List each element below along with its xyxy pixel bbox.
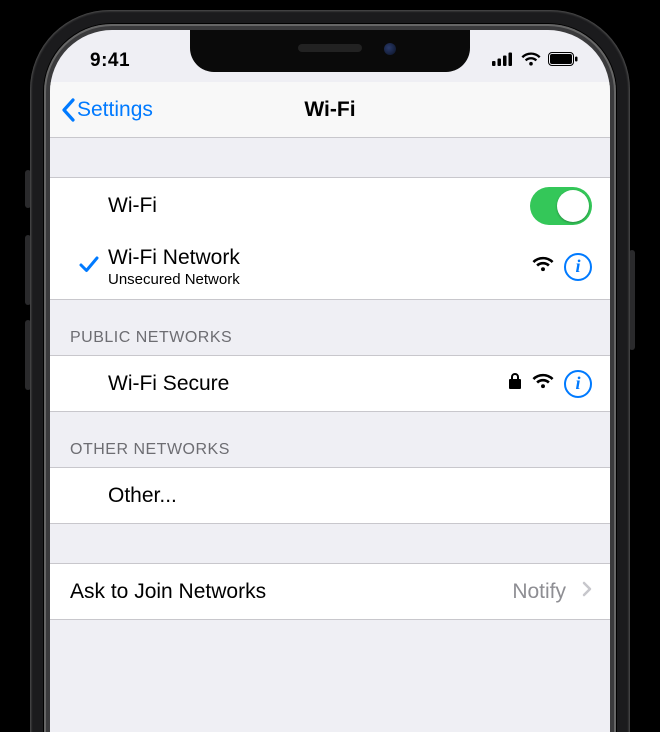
ask-to-join-value: Notify <box>512 580 566 604</box>
public-networks-header: PUBLIC NETWORKS <box>50 300 610 356</box>
phone-frame: 9:41 <box>30 10 630 732</box>
info-button[interactable]: i <box>564 253 592 281</box>
status-time: 9:41 <box>90 50 130 72</box>
wifi-toggle[interactable] <box>530 187 592 225</box>
ask-to-join-row[interactable]: Ask to Join Networks Notify <box>50 564 610 620</box>
current-network-name: Wi-Fi Network <box>108 246 532 270</box>
chevron-left-icon <box>60 98 76 122</box>
other-networks-header: OTHER NETWORKS <box>50 412 610 468</box>
wifi-toggle-label: Wi-Fi <box>108 194 530 218</box>
wifi-signal-icon <box>532 256 554 277</box>
battery-icon <box>548 52 578 71</box>
screen: 9:41 <box>50 30 610 732</box>
back-label: Settings <box>77 98 153 122</box>
current-network-subtitle: Unsecured Network <box>108 271 532 288</box>
chevron-right-icon <box>582 581 592 602</box>
wifi-toggle-row: Wi-Fi <box>50 178 610 234</box>
checkmark-icon <box>78 253 100 280</box>
notch <box>190 30 470 72</box>
page-title: Wi-Fi <box>304 98 355 122</box>
wifi-signal-icon <box>532 373 554 394</box>
other-network-row[interactable]: Other... <box>50 468 610 524</box>
info-button[interactable]: i <box>564 370 592 398</box>
current-network-row[interactable]: Wi-Fi Network Unsecured Network i <box>50 234 610 300</box>
public-network-row[interactable]: Wi-Fi Secure i <box>50 356 610 412</box>
public-network-name: Wi-Fi Secure <box>108 372 508 396</box>
front-camera <box>384 43 396 55</box>
ask-to-join-label: Ask to Join Networks <box>70 580 512 604</box>
wifi-status-icon <box>521 52 541 71</box>
speaker-grille <box>298 44 362 52</box>
back-button[interactable]: Settings <box>60 82 153 137</box>
other-label: Other... <box>108 484 592 508</box>
nav-bar: Settings Wi-Fi <box>50 82 610 138</box>
cellular-icon <box>492 52 514 71</box>
lock-icon <box>508 372 522 395</box>
